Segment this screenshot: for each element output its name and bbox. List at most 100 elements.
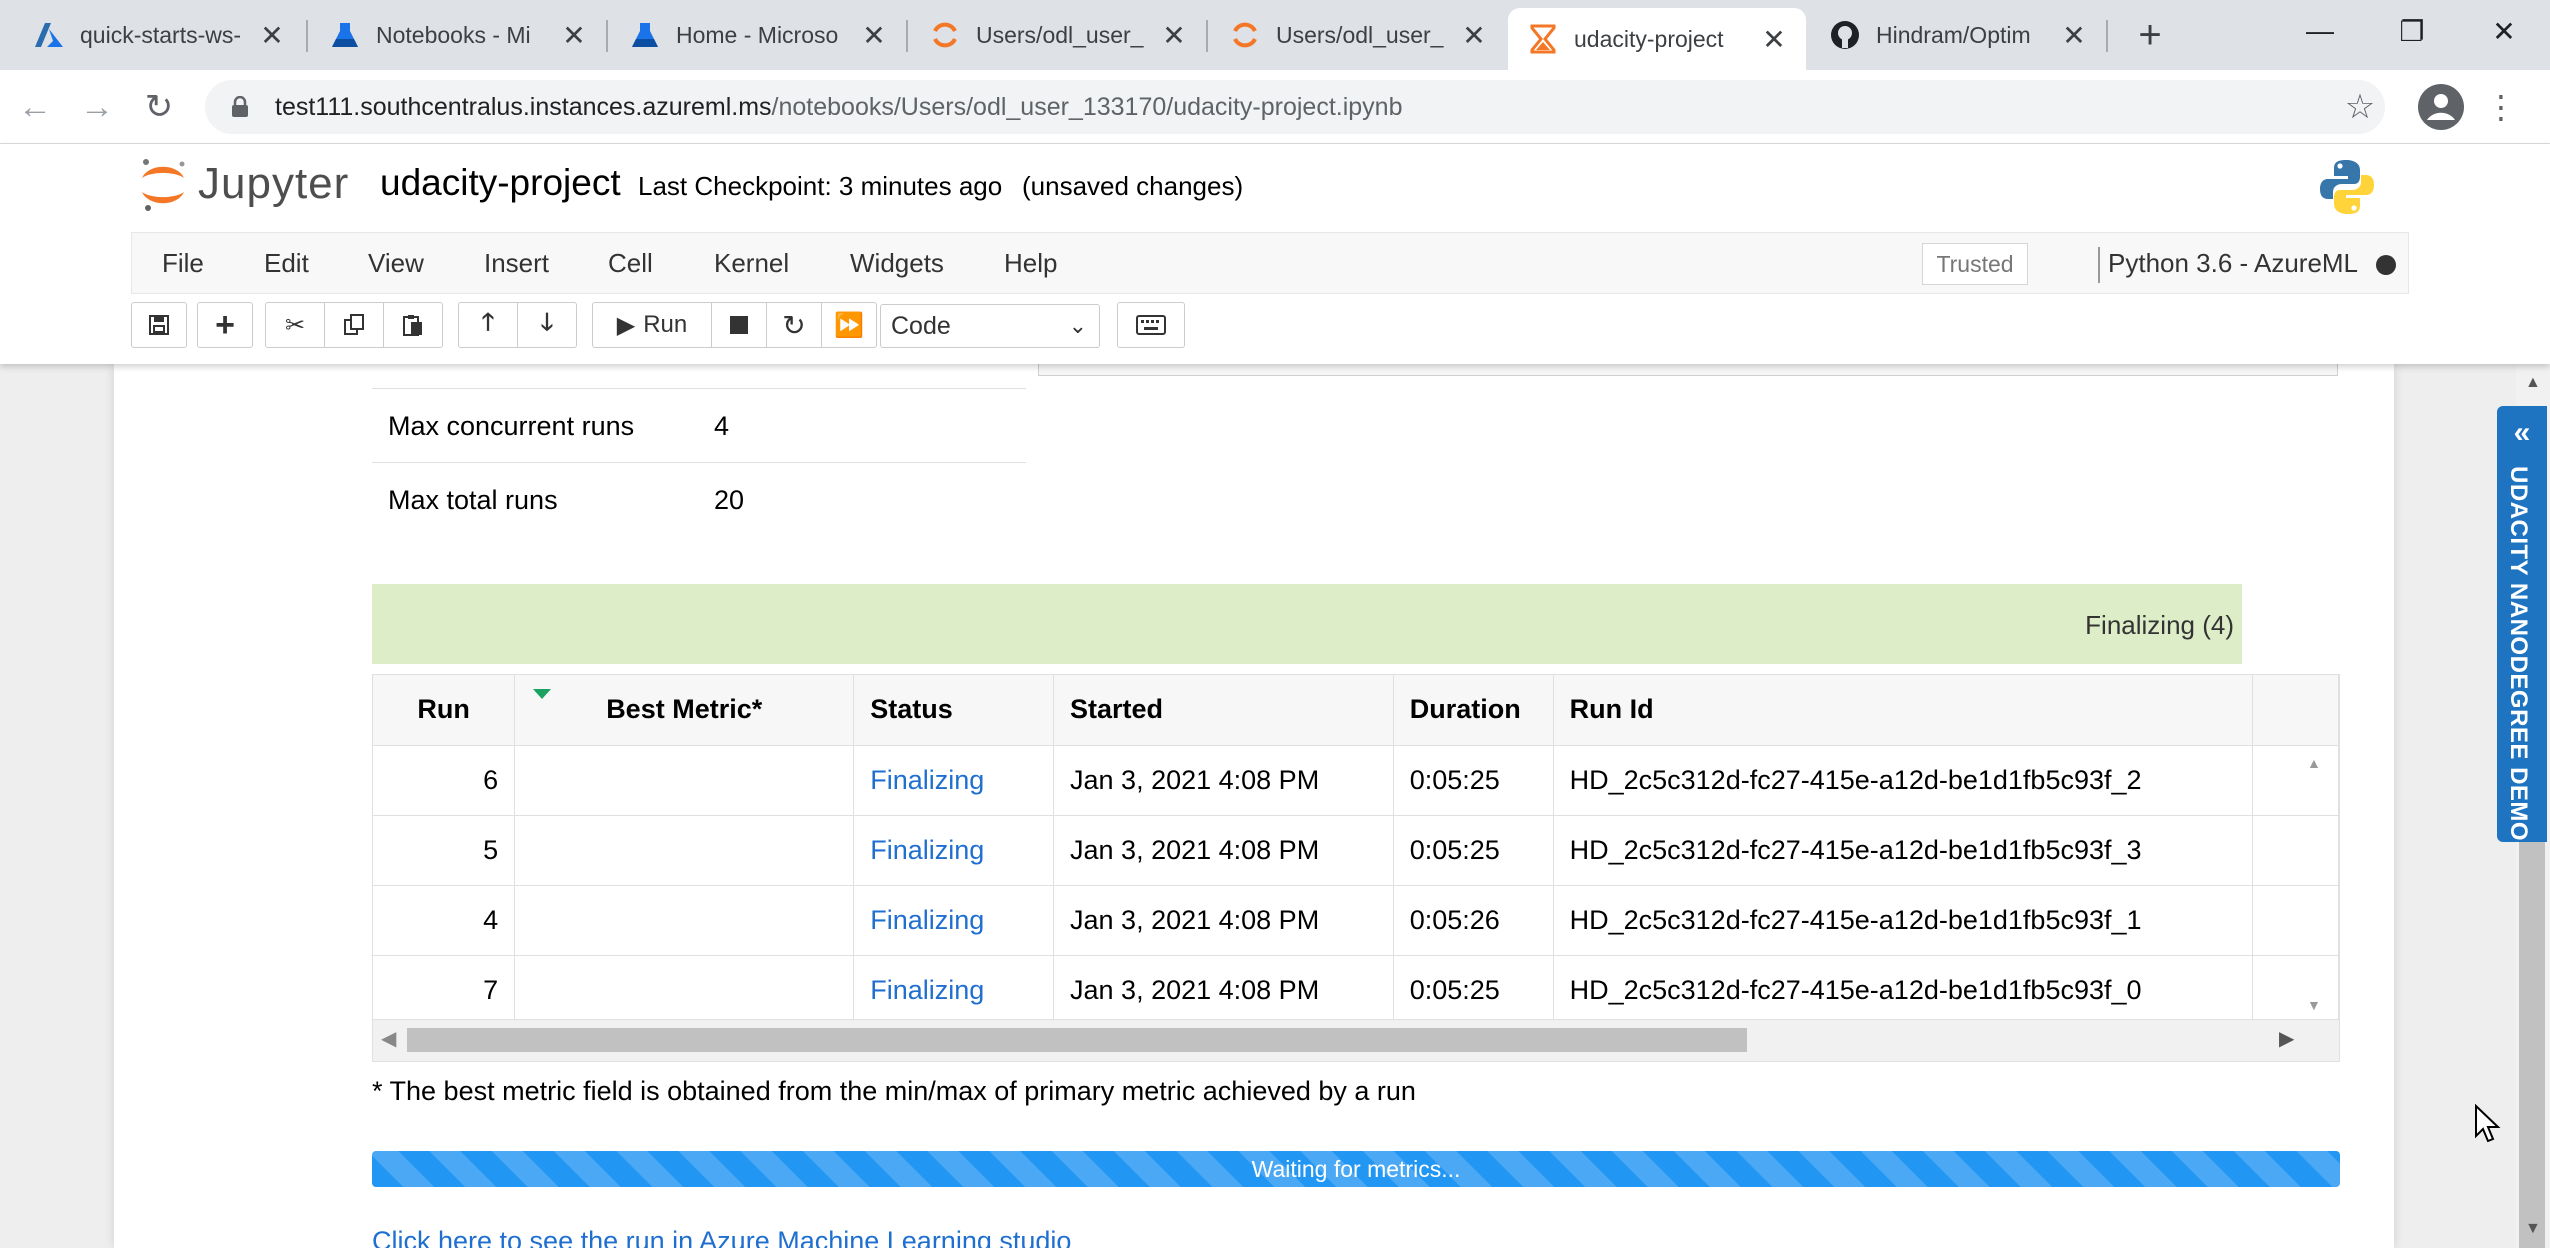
table-row[interactable]: 5 Finalizing Jan 3, 2021 4:08 PM 0:05:25…	[373, 815, 2339, 886]
jupyter-logo-icon	[138, 156, 188, 212]
insert-cell-button[interactable]: +	[197, 302, 253, 348]
udacity-side-banner[interactable]: « UDACITY NANODEGREE DEMO	[2497, 406, 2547, 842]
column-header-started[interactable]: Started	[1053, 675, 1394, 746]
run-button[interactable]: ▶ Run	[592, 302, 712, 348]
browser-tab-1[interactable]: quick-starts-ws- ✕	[14, 10, 304, 60]
close-tab-icon[interactable]: ✕	[862, 19, 886, 52]
menu-edit[interactable]: Edit	[264, 248, 309, 279]
browser-tab-4[interactable]: Users/odl_user_ ✕	[910, 10, 1206, 60]
chevron-down-icon: ⌄	[1068, 313, 1087, 338]
page-scroll-thumb[interactable]	[2519, 834, 2545, 1248]
table-scroll-up-icon[interactable]: ▲	[2307, 755, 2321, 771]
browser-tab-5[interactable]: Users/odl_user_ ✕	[1210, 10, 1506, 60]
close-tab-icon[interactable]: ✕	[1162, 19, 1186, 52]
browser-tab-2[interactable]: Notebooks - Mi ✕	[310, 10, 606, 60]
cell-status-link[interactable]: Finalizing	[853, 815, 1055, 886]
close-tab-icon[interactable]: ✕	[260, 19, 284, 52]
scroll-left-icon[interactable]: ◀	[381, 1026, 396, 1051]
table-scroll-down-icon[interactable]: ▼	[2307, 997, 2321, 1013]
cell-run: 5	[373, 815, 516, 886]
address-bar[interactable]: test111.southcentralus.instances.azureml…	[205, 80, 2385, 134]
table-horizontal-scrollbar[interactable]: ◀ ▶	[373, 1019, 2339, 1061]
menu-cell[interactable]: Cell	[608, 248, 653, 279]
close-tab-icon[interactable]: ✕	[1462, 19, 1486, 52]
table-row[interactable]: 7 Finalizing Jan 3, 2021 4:08 PM 0:05:25…	[373, 955, 2339, 1026]
move-down-button[interactable]: 🡓	[517, 302, 577, 348]
lock-icon	[231, 95, 249, 118]
notebook-title[interactable]: udacity-project	[380, 162, 621, 204]
column-header-best-metric[interactable]: Best Metric*	[514, 675, 855, 746]
minimize-icon[interactable]: —	[2290, 8, 2350, 54]
column-header-status[interactable]: Status	[853, 675, 1055, 746]
azure-ml-icon	[330, 20, 360, 50]
stop-icon	[730, 316, 748, 334]
close-tab-icon[interactable]: ✕	[1762, 23, 1786, 56]
menu-view[interactable]: View	[368, 248, 424, 279]
browser-toolbar: ← → ↻ test111.southcentralus.instances.a…	[0, 70, 2550, 144]
save-button[interactable]	[131, 302, 187, 348]
paste-icon	[403, 315, 422, 336]
browser-tab-7[interactable]: Hindram/Optim ✕	[1810, 10, 2106, 60]
tab-divider	[306, 20, 308, 52]
menu-file[interactable]: File	[162, 248, 204, 279]
browser-menu-icon[interactable]: ⋮	[2485, 84, 2517, 130]
menu-widgets[interactable]: Widgets	[850, 248, 944, 279]
new-tab-button[interactable]: +	[2127, 12, 2173, 58]
hourglass-icon	[1528, 24, 1558, 54]
table-row[interactable]: 4 Finalizing Jan 3, 2021 4:08 PM 0:05:26…	[373, 885, 2339, 956]
cell-started: Jan 3, 2021 4:08 PM	[1053, 955, 1394, 1026]
copy-button[interactable]	[324, 302, 384, 348]
cell-status-link[interactable]: Finalizing	[853, 885, 1055, 956]
browser-tab-3[interactable]: Home - Microso ✕	[610, 10, 906, 60]
column-header-run[interactable]: Run	[373, 675, 516, 746]
column-header-duration[interactable]: Duration	[1393, 675, 1554, 746]
double-chevron-left-icon[interactable]: «	[2507, 416, 2537, 450]
cell-status-link[interactable]: Finalizing	[853, 745, 1055, 816]
cell-started: Jan 3, 2021 4:08 PM	[1053, 885, 1394, 956]
kernel-status-icon	[2376, 255, 2396, 275]
cut-button[interactable]: ✂	[265, 302, 325, 348]
trusted-indicator[interactable]: Trusted	[1922, 243, 2028, 285]
cell-best-metric	[514, 745, 855, 816]
scroll-right-icon[interactable]: ▶	[2279, 1026, 2294, 1051]
reload-icon[interactable]: ↻	[136, 84, 182, 130]
column-header-run-id[interactable]: Run Id	[1553, 675, 2254, 746]
bookmark-star-icon[interactable]: ☆	[2338, 84, 2382, 130]
scissors-icon: ✂	[284, 311, 306, 339]
cell-duration: 0:05:25	[1393, 815, 1554, 886]
forward-arrow-icon[interactable]: →	[74, 84, 120, 130]
kernel-name[interactable]: Python 3.6 - AzureML	[2108, 248, 2358, 279]
url-path: /notebooks/Users/odl_user_133170/udacity…	[771, 92, 1403, 121]
close-tab-icon[interactable]: ✕	[562, 19, 586, 52]
restart-kernel-button[interactable]: ↻	[766, 302, 822, 348]
close-window-icon[interactable]: ✕	[2474, 8, 2534, 54]
interrupt-button[interactable]	[711, 302, 767, 348]
browser-tab-active[interactable]: udacity-project ✕	[1508, 8, 1806, 70]
horizontal-scroll-thumb[interactable]	[407, 1028, 1747, 1052]
progress-label: Waiting for metrics...	[1251, 1156, 1461, 1182]
github-icon	[1830, 20, 1860, 50]
menu-help[interactable]: Help	[1004, 248, 1057, 279]
cell-status-link[interactable]: Finalizing	[853, 955, 1055, 1026]
cell-best-metric	[514, 885, 855, 956]
paste-button[interactable]	[383, 302, 443, 348]
azure-ml-studio-link[interactable]: Click here to see the run in Azure Machi…	[372, 1226, 1071, 1248]
cell-run: 4	[373, 885, 516, 956]
restart-run-all-button[interactable]: ⏩	[821, 302, 877, 348]
scroll-down-icon[interactable]: ▼	[2525, 1220, 2541, 1238]
menu-kernel[interactable]: Kernel	[714, 248, 789, 279]
close-tab-icon[interactable]: ✕	[2062, 19, 2086, 52]
restore-icon[interactable]: ❐	[2382, 8, 2442, 54]
menu-insert[interactable]: Insert	[484, 248, 549, 279]
profile-avatar-icon[interactable]	[2418, 84, 2464, 130]
cell-type-select[interactable]: Code ⌄	[880, 304, 1100, 348]
jupyter-logo[interactable]: Jupyter	[138, 154, 349, 214]
back-arrow-icon[interactable]: ←	[12, 84, 58, 130]
runs-table-widget: Run Best Metric* Status Started Duration…	[372, 674, 2340, 1062]
table-row[interactable]: 6 Finalizing Jan 3, 2021 4:08 PM 0:05:25…	[373, 745, 2339, 816]
scroll-up-icon[interactable]: ▲	[2525, 374, 2541, 392]
sort-descending-icon[interactable]	[533, 689, 551, 699]
move-up-button[interactable]: 🡑	[458, 302, 518, 348]
run-label: Run	[643, 311, 688, 338]
command-palette-button[interactable]	[1117, 302, 1185, 348]
